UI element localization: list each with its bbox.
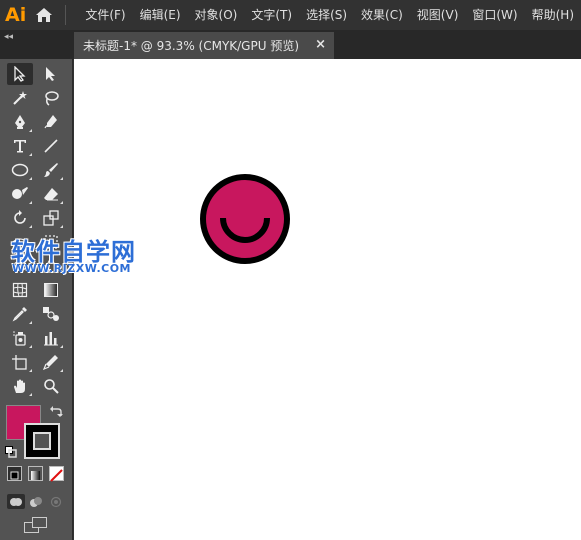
blend-tool-icon[interactable] [38,303,64,325]
magic-wand-tool-icon[interactable] [7,87,33,109]
selection-tool-icon[interactable] [7,63,33,85]
screen-mode-icon[interactable] [24,517,48,537]
perspective-grid-tool-icon[interactable] [38,255,64,277]
artboard-tool-icon[interactable] [7,351,33,373]
free-transform-tool-icon[interactable] [38,231,64,253]
gradient-tool-icon[interactable] [38,279,64,301]
smiley-artwork[interactable] [198,172,292,266]
type-tool-icon[interactable] [7,135,33,157]
menu-edit[interactable]: 编辑(E) [133,0,188,30]
shape-builder-tool-icon[interactable] [7,255,33,277]
stroke-swatch-inner [33,432,51,450]
stroke-color-swatch[interactable] [24,423,60,459]
slice-tool-icon[interactable] [38,351,64,373]
color-mode-button[interactable] [7,466,22,481]
collapse-panel-icon[interactable]: ◂◂ [4,32,13,42]
document-tab-strip: ◂◂ 未标题-1* @ 93.3% (CMYK/GPU 预览) × [0,30,581,59]
hand-tool-icon[interactable] [7,375,33,397]
artboard-canvas[interactable] [74,59,581,540]
eyedropper-tool-icon[interactable] [7,303,33,325]
document-tab[interactable]: 未标题-1* @ 93.3% (CMYK/GPU 预览) × [74,32,334,59]
menu-effect[interactable]: 效果(C) [354,0,410,30]
scale-tool-icon[interactable] [38,207,64,229]
none-mode-button[interactable] [49,466,64,482]
rotate-tool-icon[interactable] [7,207,33,229]
menu-select[interactable]: 选择(S) [299,0,354,30]
direct-selection-tool-icon[interactable] [38,63,64,85]
eraser-tool-icon[interactable] [38,183,64,205]
menu-object[interactable]: 对象(O) [188,0,245,30]
menu-type[interactable]: 文字(T) [244,0,299,30]
draw-behind-icon[interactable] [27,494,45,509]
app-logo[interactable]: Ai [0,0,31,30]
curvature-tool-icon[interactable] [38,111,64,133]
tools-panel [0,59,73,540]
swap-fill-stroke-icon[interactable] [49,404,63,423]
menu-view[interactable]: 视图(V) [410,0,466,30]
default-fill-stroke-icon[interactable] [5,443,17,462]
mesh-tool-icon[interactable] [7,279,33,301]
zoom-tool-icon[interactable] [38,375,64,397]
gradient-mode-button[interactable] [28,466,43,481]
pen-tool-icon[interactable] [7,111,33,133]
smiley-face [200,174,290,264]
paintbrush-tool-icon[interactable] [38,159,64,181]
draw-inside-icon[interactable] [47,494,65,509]
menu-file[interactable]: 文件(F) [78,0,132,30]
draw-normal-icon[interactable] [7,494,25,509]
lasso-tool-icon[interactable] [38,87,64,109]
shaper-tool-icon[interactable] [7,183,33,205]
column-graph-tool-icon[interactable] [38,327,64,349]
close-tab-icon[interactable]: × [315,37,326,52]
width-tool-icon[interactable] [7,231,33,253]
menu-help[interactable]: 帮助(H) [525,0,581,30]
ellipse-tool-icon[interactable] [7,159,33,181]
menu-bar: Ai 文件(F) 编辑(E) 对象(O) 文字(T) 选择(S) 效果(C) 视… [0,0,581,30]
line-segment-tool-icon[interactable] [38,135,64,157]
symbol-sprayer-tool-icon[interactable] [7,327,33,349]
home-icon[interactable] [31,0,57,30]
document-tab-title: 未标题-1* @ 93.3% (CMYK/GPU 预览) [83,39,300,53]
menu-window[interactable]: 窗口(W) [465,0,524,30]
menu-separator [65,5,67,25]
